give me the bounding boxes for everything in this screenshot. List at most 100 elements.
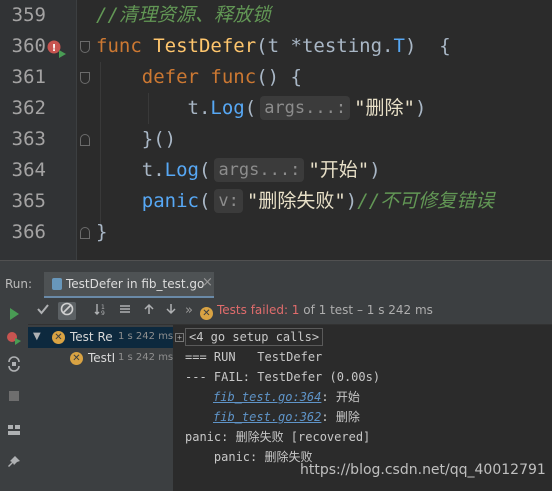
paren: ) bbox=[345, 190, 358, 212]
code-line-364[interactable]: 364 t.Log(args...: "开始") bbox=[0, 155, 552, 186]
pointer-star: * bbox=[279, 35, 302, 57]
watermark: https://blog.csdn.net/qq_40012791 bbox=[300, 462, 546, 478]
paren: ( bbox=[198, 190, 211, 212]
panel-splitter[interactable] bbox=[0, 260, 552, 270]
stop-icon[interactable] bbox=[6, 388, 22, 404]
layout-icon[interactable] bbox=[6, 422, 22, 438]
code-comment: //不可修复错误 bbox=[357, 190, 495, 212]
rerun-icon[interactable] bbox=[6, 306, 22, 322]
param-name: t bbox=[267, 35, 280, 57]
console-line: --- FAIL: TestDefer (0.00s) bbox=[185, 370, 381, 384]
down-arrow-icon[interactable] bbox=[162, 302, 180, 320]
up-arrow-icon[interactable] bbox=[140, 302, 158, 320]
method-name: Log bbox=[210, 97, 245, 119]
line-number: 366 bbox=[11, 221, 46, 243]
paren: ( bbox=[256, 35, 268, 57]
close-brace: ) { bbox=[404, 35, 451, 57]
test-results-tree[interactable]: ▼ ✕ Test Re 1 s 242 ms ✕ TestI 1 s 242 m… bbox=[28, 325, 173, 491]
code-line-363[interactable]: 363 }() bbox=[0, 124, 552, 155]
source-link[interactable]: fib_test.go:362 bbox=[213, 410, 321, 424]
fold-toggle-icon[interactable] bbox=[80, 41, 90, 53]
fail-badge-icon: ✕ bbox=[200, 307, 213, 320]
run-tab-title: TestDefer in fib_test.go bbox=[66, 277, 205, 291]
type-name: T bbox=[393, 35, 405, 57]
code-line-359[interactable]: 359 //清理资源、释放锁 bbox=[0, 0, 552, 31]
svg-text:9: 9 bbox=[101, 310, 105, 316]
fail-badge-icon: ✕ bbox=[70, 352, 83, 365]
function-name: TestDefer bbox=[153, 35, 257, 57]
code-text: } bbox=[96, 221, 108, 243]
tree-item-test-child[interactable]: ✕ TestI 1 s 242 ms bbox=[28, 348, 173, 369]
code-text: () { bbox=[256, 66, 302, 88]
close-tab-icon[interactable]: × bbox=[202, 275, 213, 290]
rerun-failed-icon[interactable] bbox=[6, 330, 22, 346]
tree-item-duration: 1 s 242 ms bbox=[118, 331, 173, 342]
run-side-toolbar bbox=[0, 298, 29, 491]
fail-badge-icon: ✕ bbox=[52, 331, 65, 344]
parameter-hint: args...: bbox=[260, 96, 351, 120]
line-number: 360 bbox=[11, 35, 46, 57]
code-comment: //清理资源、释放锁 bbox=[96, 4, 271, 26]
line-number: 361 bbox=[11, 66, 46, 88]
receiver: t. bbox=[141, 159, 165, 181]
console-setup-line: <4 go setup calls> bbox=[185, 327, 324, 347]
tree-item-name: Test Re bbox=[70, 330, 113, 344]
log-message: : 开始 bbox=[321, 390, 360, 404]
string-literal: "删除" bbox=[354, 97, 415, 119]
run-tool-window-header: Run: TestDefer in fib_test.go × bbox=[0, 270, 552, 298]
test-toolbar: 19 » ✕ Tests failed: 1 of 1 test – 1 s 24… bbox=[28, 298, 552, 325]
paren: ( bbox=[198, 159, 211, 181]
console-line: === RUN TestDefer bbox=[185, 350, 323, 364]
paren: ) bbox=[369, 159, 381, 181]
parameter-hint: args...: bbox=[214, 158, 305, 182]
console-line: fib_test.go:362: 删除 bbox=[213, 407, 360, 427]
tree-item-test-root[interactable]: ▼ ✕ Test Re 1 s 242 ms bbox=[28, 327, 173, 348]
toggle-auto-test-icon[interactable] bbox=[6, 356, 22, 372]
check-icon[interactable] bbox=[34, 302, 52, 320]
source-link[interactable]: fib_test.go:364 bbox=[213, 390, 321, 404]
expand-arrow-icon[interactable]: ▼ bbox=[33, 331, 41, 342]
fold-end-icon[interactable] bbox=[80, 227, 90, 239]
code-line-366[interactable]: 366 } bbox=[0, 217, 552, 248]
collapse-icon[interactable] bbox=[116, 302, 134, 320]
code-line-365[interactable]: 365 panic(v: "删除失败")//不可修复错误 bbox=[0, 186, 552, 217]
string-literal: "删除失败" bbox=[246, 190, 346, 212]
line-number: 363 bbox=[11, 128, 46, 150]
status-summary: of 1 test – 1 s 242 ms bbox=[299, 303, 433, 317]
console-line: fib_test.go:364: 开始 bbox=[213, 387, 360, 407]
line-number: 365 bbox=[11, 190, 46, 212]
console-line: panic: 删除失败 bbox=[185, 450, 313, 464]
line-number: 362 bbox=[11, 97, 46, 119]
code-line-361[interactable]: 361 defer func() { bbox=[0, 62, 552, 93]
line-number: 359 bbox=[11, 4, 46, 26]
run-label: Run: bbox=[5, 277, 33, 291]
method-name: Log bbox=[164, 159, 199, 181]
console-line: panic: 删除失败 [recovered] bbox=[185, 430, 371, 444]
go-test-icon bbox=[52, 278, 62, 290]
parameter-hint: v: bbox=[214, 189, 243, 213]
cancel-icon[interactable] bbox=[58, 302, 76, 320]
package-name: testing. bbox=[301, 35, 394, 57]
keyword-func: func bbox=[210, 66, 257, 88]
fold-end-icon[interactable] bbox=[80, 134, 90, 146]
receiver: t. bbox=[187, 97, 211, 119]
keyword-defer: defer bbox=[141, 66, 199, 88]
test-status: ✕ Tests failed: 1 of 1 test – 1 s 242 ms bbox=[200, 303, 433, 320]
status-failed-text: Tests failed: 1 bbox=[217, 303, 300, 317]
sort-icon[interactable]: 19 bbox=[92, 302, 110, 320]
paren: ( bbox=[244, 97, 257, 119]
run-tab[interactable]: TestDefer in fib_test.go × bbox=[44, 272, 214, 298]
builtin-panic: panic bbox=[141, 190, 199, 212]
tree-item-name: TestI bbox=[88, 351, 116, 365]
code-editor[interactable]: ! 359 //清理资源、释放锁 360 func TestDefer(t *t… bbox=[0, 0, 552, 260]
fold-toggle-icon[interactable] bbox=[80, 72, 90, 84]
string-literal: "开始" bbox=[308, 159, 370, 181]
setup-calls-fold[interactable]: <4 go setup calls> bbox=[185, 328, 324, 346]
log-message: : 删除 bbox=[321, 410, 360, 424]
keyword-func: func bbox=[96, 35, 142, 57]
expand-setup-icon[interactable]: + bbox=[175, 333, 184, 342]
forward-icon[interactable]: » bbox=[180, 302, 198, 320]
code-line-360[interactable]: 360 func TestDefer(t *testing.T) { bbox=[0, 31, 552, 62]
pin-icon[interactable] bbox=[6, 454, 22, 470]
code-line-362[interactable]: 362 t.Log(args...: "删除") bbox=[0, 93, 552, 124]
